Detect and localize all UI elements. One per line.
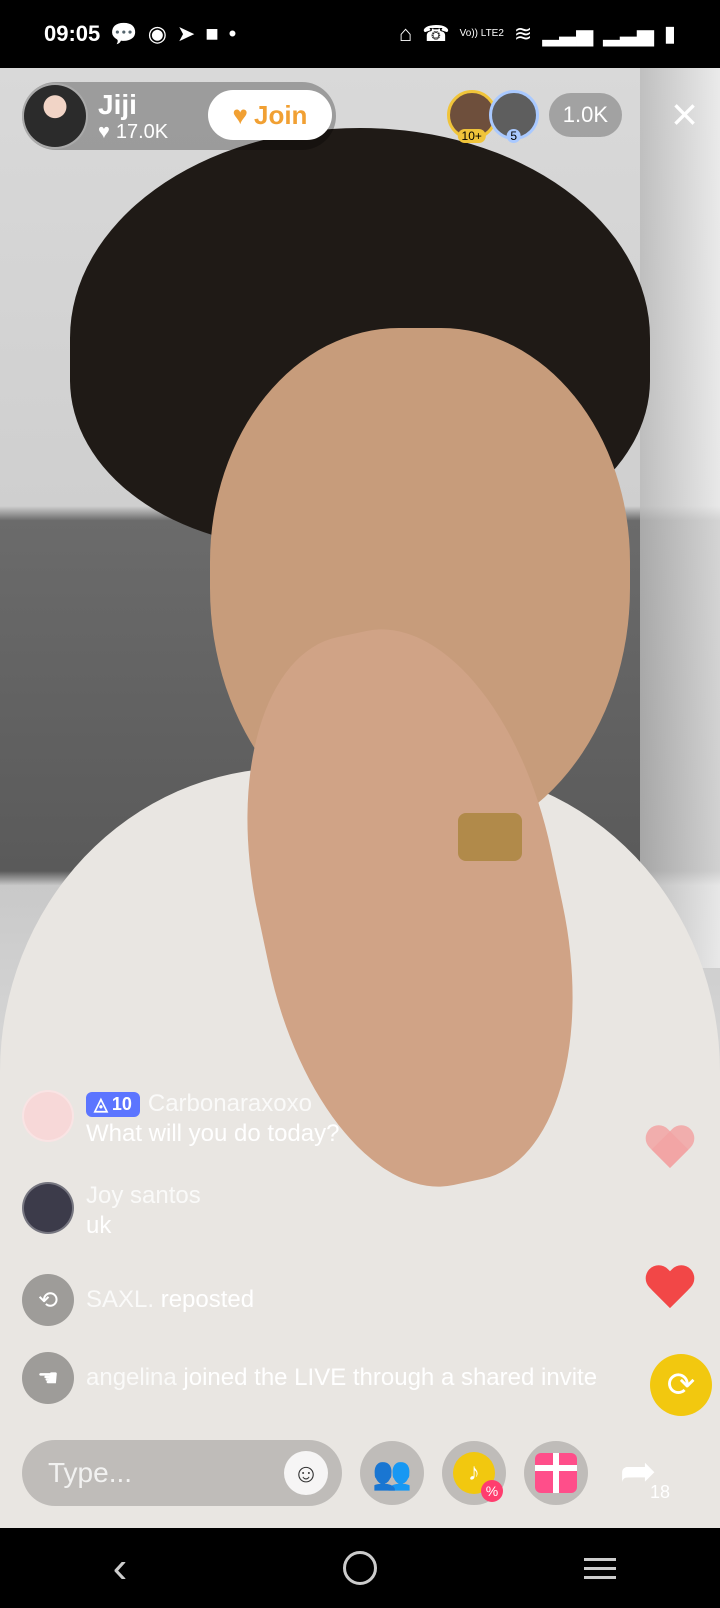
comment-input[interactable] — [46, 1456, 270, 1490]
ring — [458, 813, 522, 861]
event-text: joined the LIVE through a shared invite — [183, 1364, 598, 1391]
status-right: ⌂ ☎ Vo)) LTE2 ≋ ▂▃▅ ▂▃▅ ▮ — [399, 23, 676, 45]
home-button[interactable] — [320, 1538, 400, 1598]
messenger-icon: ◉ — [147, 21, 167, 46]
battery-icon: ▮ — [663, 21, 676, 46]
signal-icon: ▂▃▅ — [603, 21, 654, 46]
discount-icon: % — [481, 1480, 503, 1502]
user-avatar[interactable] — [22, 1090, 74, 1142]
event-user[interactable]: SAXL. — [86, 1286, 154, 1313]
recents-icon — [584, 1557, 616, 1579]
bottom-bar: ☺ 👥 ♪ % ➦ 18 — [22, 1440, 698, 1506]
share-count: 18 — [649, 1482, 670, 1502]
cast-icon: ⌂ — [398, 21, 413, 46]
dot-icon: • — [228, 21, 237, 46]
live-topbar: Jiji ♥ 17.0K ♥ Join 10+ 5 1.0K × — [22, 82, 698, 150]
repost-icon: ⟲ — [22, 1274, 74, 1326]
gift-button[interactable] — [524, 1441, 588, 1505]
heart-icon — [644, 1266, 696, 1318]
host-likes-count: 17.0K — [115, 120, 169, 143]
event-text: reposted — [160, 1286, 255, 1313]
status-bar: 09:05 💬 ◉ ➤ ■ • ⌂ ☎ Vo)) LTE2 ≋ ▂▃▅ ▂▃▅ … — [0, 0, 720, 68]
floating-hearts — [644, 1126, 696, 1318]
people-icon: 👥 — [372, 1455, 412, 1491]
status-left: 09:05 💬 ◉ ➤ ■ • — [44, 21, 236, 47]
chat-username[interactable]: Joy santos — [86, 1182, 201, 1210]
chat-text: What will you do today? — [86, 1120, 340, 1147]
join-button[interactable]: ♥ Join — [208, 90, 332, 140]
live-chat: ◬ 10 Carbonaraxoxo What will you do toda… — [22, 1090, 662, 1430]
level-icon: ◬ — [94, 1093, 108, 1114]
host-pill[interactable]: Jiji ♥ 17.0K ♥ Join — [22, 82, 336, 150]
multi-guest-button[interactable]: 👥 — [360, 1441, 424, 1505]
volte-icon: Vo)) LTE2 — [459, 28, 504, 39]
event-user[interactable]: angelina — [86, 1364, 177, 1391]
wifi-icon: ≋ — [513, 21, 533, 46]
wifi-calling-icon: ☎ — [422, 21, 450, 46]
chat-content: Joy santos uk — [86, 1182, 201, 1240]
signal-icon: ▂▃▅ — [542, 21, 594, 46]
coin-icon: ♪ % — [453, 1452, 503, 1502]
coin-button[interactable]: ♪ % — [442, 1441, 506, 1505]
chat-username[interactable]: Carbonaraxoxo — [148, 1090, 312, 1118]
viewer-rank-badge: 5 — [506, 129, 522, 143]
viewer-rank-badge: 10+ — [457, 129, 486, 143]
join-label: Join — [253, 99, 308, 130]
host-avatar[interactable] — [22, 83, 88, 149]
viewers[interactable]: 10+ 5 1.0K — [446, 90, 622, 143]
host-likes: ♥ 17.0K — [98, 121, 168, 144]
back-button[interactable]: ‹ — [80, 1538, 160, 1598]
background-curtain — [640, 68, 720, 968]
level-badge: ◬ 10 — [86, 1091, 140, 1117]
gift-icon — [535, 1453, 577, 1493]
viewer-avatar[interactable]: 5 — [488, 90, 539, 143]
viewer-count[interactable]: 1.0K — [548, 93, 622, 137]
repost-button[interactable]: ⟳ — [650, 1354, 712, 1416]
chat-icon: 💬 — [110, 21, 138, 46]
join-event: ☚ angelina joined the LIVE through a sha… — [22, 1352, 662, 1404]
telegram-icon: ➤ — [176, 21, 196, 46]
video-icon: ■ — [205, 21, 219, 46]
viewer-avatars[interactable]: 10+ 5 — [446, 90, 539, 143]
user-avatar[interactable] — [22, 1182, 74, 1234]
share-button[interactable]: ➦ 18 — [606, 1441, 670, 1505]
chat-message[interactable]: Joy santos uk — [22, 1182, 662, 1240]
heart-plus-icon: ♥ — [232, 99, 248, 130]
repost-event: ⟲ SAXL. reposted — [22, 1274, 662, 1326]
chat-content: ◬ 10 Carbonaraxoxo What will you do toda… — [86, 1090, 339, 1148]
recents-button[interactable] — [560, 1538, 640, 1598]
back-icon: ‹ — [112, 1543, 128, 1592]
level-value: 10 — [111, 1093, 132, 1114]
host-info: Jiji ♥ 17.0K — [98, 89, 168, 144]
comment-box[interactable]: ☺ — [22, 1440, 342, 1506]
home-icon — [343, 1551, 377, 1585]
emoji-icon[interactable]: ☺ — [284, 1451, 328, 1495]
heart-icon — [644, 1126, 696, 1178]
navigation-bar: ‹ — [0, 1528, 720, 1608]
heart-icon: ♥ — [98, 120, 110, 143]
host-name: Jiji — [98, 88, 137, 120]
close-icon[interactable]: × — [671, 91, 698, 137]
wave-icon: ☚ — [22, 1352, 74, 1404]
chat-name-row: ◬ 10 Carbonaraxoxo — [86, 1090, 339, 1118]
status-time: 09:05 — [44, 21, 101, 46]
chat-text: uk — [86, 1212, 112, 1239]
chat-message[interactable]: ◬ 10 Carbonaraxoxo What will you do toda… — [22, 1090, 662, 1148]
